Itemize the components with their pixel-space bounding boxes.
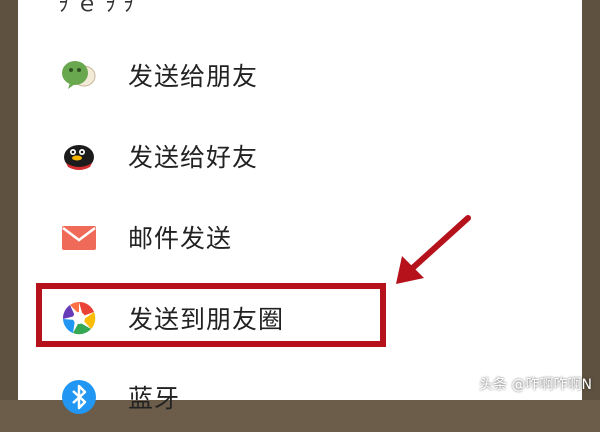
background-frame-left — [0, 0, 18, 400]
share-item-send-to-friend[interactable]: 发送给朋友 — [18, 40, 582, 110]
share-item-label: 邮件发送 — [128, 224, 233, 253]
red-arrow-icon — [396, 215, 471, 284]
annotation-highlight-box — [36, 283, 386, 347]
share-sheet-header: ｦ ｅ ｦ ｦ — [58, 0, 134, 17]
bluetooth-icon — [62, 380, 96, 414]
background-frame-right — [582, 0, 600, 400]
share-sheet: ｦ ｅ ｦ ｦ 发送给朋友 发送给好友 邮件发送 发送到朋友圈 蓝牙 — [18, 0, 582, 414]
qq-penguin-icon — [64, 145, 94, 170]
share-item-send-to-qq-friend[interactable]: 发送给好友 — [18, 121, 582, 191]
wechat-icon — [62, 61, 96, 89]
share-item-bluetooth[interactable]: 蓝牙 — [18, 362, 582, 432]
watermark-text: 头条 @咋啊咋啊N — [479, 377, 592, 393]
share-item-label: 发送给朋友 — [128, 62, 259, 91]
share-item-label: 发送给好友 — [128, 143, 259, 172]
share-item-email[interactable]: 邮件发送 — [18, 202, 582, 272]
share-item-label: 蓝牙 — [128, 384, 181, 413]
mail-envelope-icon — [62, 226, 96, 250]
